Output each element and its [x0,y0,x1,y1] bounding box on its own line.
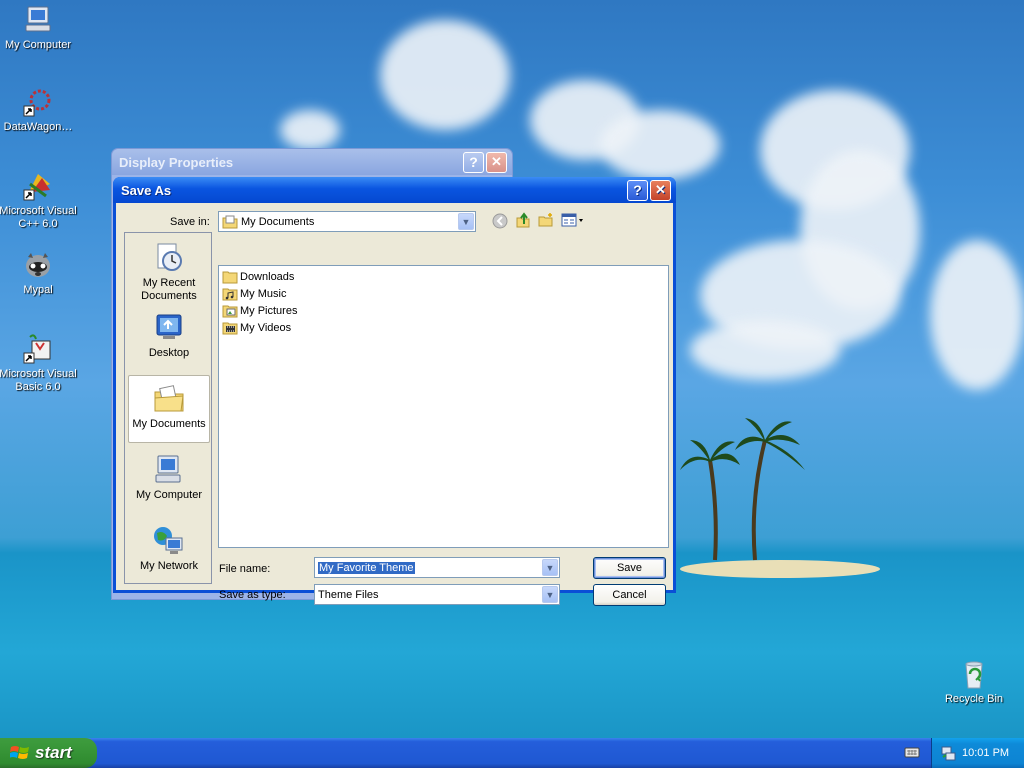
my-computer-icon [22,4,54,36]
place-label: Desktop [148,347,190,359]
desktop-icon-visual-cpp[interactable]: Microsoft Visual C++ 6.0 [0,170,78,231]
save-as-dialog: Save As ? ✕ Save in: My Documents ▼ My R… [113,177,676,606]
places-bar: My Recent Documents Desktop My Documents… [124,232,212,584]
place-label: My Documents [132,418,206,430]
file-name: Downloads [240,270,295,283]
file-name: My Videos [240,321,292,334]
start-button[interactable]: start [0,738,97,768]
display-properties-title-bar[interactable]: Display Properties ? ✕ [112,149,512,175]
save-button[interactable]: Save [593,557,666,579]
save-as-type-label: Save as type: [219,589,286,601]
chevron-down-icon[interactable]: ▼ [542,559,558,576]
desktop-icon-datawagon[interactable]: DataWagon… [0,86,78,134]
chevron-down-icon[interactable]: ▼ [458,213,474,230]
save-in-dropdown[interactable]: My Documents ▼ [218,211,476,232]
desktop-icon-label: My Computer [4,39,72,51]
desktop-icon-my-computer[interactable]: My Computer [0,4,78,52]
save-as-type-dropdown[interactable]: Theme Files ▼ [314,584,560,605]
place-label: My Network [139,560,199,572]
desktop-icon-recycle-bin[interactable]: Recycle Bin [934,658,1014,706]
system-tray: 10:01 PM [931,738,1024,768]
place-my-network[interactable]: My Network [128,518,210,584]
my-network-icon [152,524,186,558]
chevron-down-icon[interactable]: ▼ [542,586,558,603]
file-name-field[interactable]: My Favorite Theme ▼ [314,557,560,578]
visual-basic-icon [22,333,54,365]
file-name-value[interactable]: My Favorite Theme [318,561,415,574]
taskbar: start 10:01 PM [0,738,1024,768]
visual-cpp-icon [22,170,54,202]
place-my-recent-documents[interactable]: My Recent Documents [128,235,210,302]
place-my-documents[interactable]: My Documents [128,375,210,443]
close-button[interactable]: ✕ [486,151,507,173]
recent-documents-icon [152,241,186,275]
my-computer-icon [152,453,186,487]
up-folder-icon[interactable] [514,211,532,229]
save-in-label: Save in: [170,216,210,228]
network-tray-icon[interactable] [940,745,956,761]
list-item-downloads[interactable]: Downloads [222,268,294,285]
list-item-my-pictures[interactable]: My Pictures [222,302,297,319]
close-button[interactable]: ✕ [650,179,671,201]
windows-logo-icon [10,746,29,759]
folder-icon [222,271,238,283]
desktop-icon-label: Microsoft Visual C++ 6.0 [0,205,77,230]
file-name: My Music [240,287,287,300]
file-name: My Pictures [240,304,298,317]
place-my-computer[interactable]: My Computer [128,447,210,513]
desktop-icon-mypal[interactable]: Mypal [0,249,78,297]
desktop-icon-label: Microsoft Visual Basic 6.0 [0,368,77,393]
file-list[interactable]: Downloads My Music My Pictures My Videos [218,265,669,548]
save-in-value: My Documents [241,215,315,228]
view-menu-icon[interactable] [561,211,585,229]
mypal-icon [22,249,54,281]
palm-trees [680,418,805,561]
recycle-bin-icon [958,658,990,690]
file-name-label: File name: [219,563,271,575]
desktop-icon-label: Recycle Bin [944,693,1004,705]
my-documents-icon [152,382,186,416]
pictures-folder-icon [222,305,238,317]
place-label: My Computer [135,489,203,501]
back-icon[interactable] [491,212,509,230]
help-button[interactable]: ? [463,151,484,173]
desktop-icon-visual-basic[interactable]: Microsoft Visual Basic 6.0 [0,333,78,394]
save-as-body: Save in: My Documents ▼ My Recent Docume… [116,203,673,606]
videos-folder-icon [222,322,238,334]
desktop-icon-label: Mypal [23,284,53,296]
save-as-type-value: Theme Files [318,588,379,601]
cancel-button[interactable]: Cancel [593,584,666,606]
save-as-title: Save As [121,182,172,198]
desktop-icon-label: DataWagon… [3,121,73,133]
desktop-icon [152,311,186,345]
place-desktop[interactable]: Desktop [128,305,210,371]
keyboard-tray-icon[interactable] [904,745,920,759]
clock[interactable]: 10:01 PM [962,747,1009,759]
start-label: start [35,743,72,762]
new-folder-icon[interactable] [537,211,555,229]
my-documents-small-icon [222,215,238,228]
datawagon-icon [22,86,54,118]
music-folder-icon [222,288,238,300]
help-button[interactable]: ? [627,179,648,201]
display-properties-title: Display Properties [119,154,234,170]
place-label: My Recent Documents [141,277,197,302]
save-as-title-bar[interactable]: Save As ? ✕ [113,177,676,203]
list-item-my-music[interactable]: My Music [222,285,286,302]
list-item-my-videos[interactable]: My Videos [222,319,291,336]
